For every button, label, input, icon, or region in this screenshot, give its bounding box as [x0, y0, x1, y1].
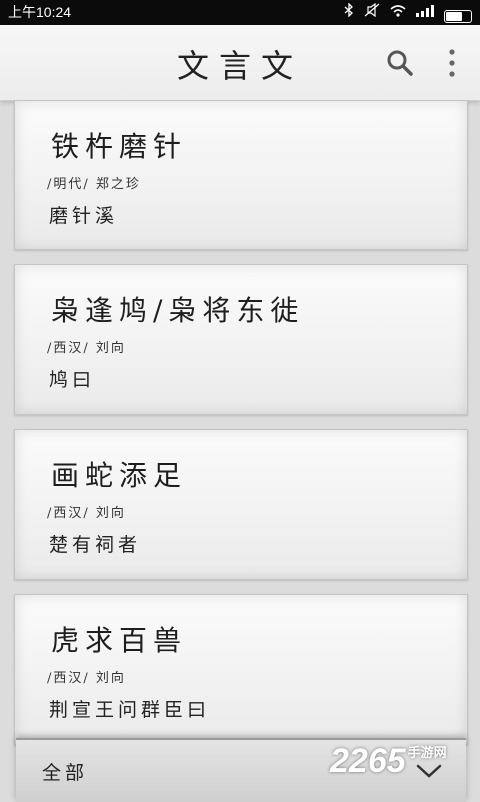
wifi-icon [390, 0, 406, 25]
more-options-button[interactable] [440, 47, 464, 81]
article-card[interactable]: 虎求百兽 /西汉/ 刘向 荆宣王问群臣曰 [14, 594, 468, 745]
article-list[interactable]: 铁杵磨针 /明代/ 郑之珍 磨针溪 枭逢鸠/枭将东徙 /西汉/ 刘向 鸠曰 画蛇… [0, 100, 480, 800]
article-title: 铁杵磨针 [51, 130, 188, 163]
status-time: 上午10:24 [8, 4, 72, 20]
article-card[interactable]: 铁杵磨针 /明代/ 郑之珍 磨针溪 [14, 100, 468, 250]
article-snippet: 荆宣王问群臣曰 [49, 699, 211, 721]
article-title: 虎求百兽 [51, 624, 188, 657]
article-card[interactable]: 画蛇添足 /西汉/ 刘向 楚有祠者 [14, 429, 468, 580]
article-dynasty-author: /西汉/ 刘向 [47, 506, 126, 521]
article-dynasty-author: /西汉/ 刘向 [47, 341, 126, 356]
article-snippet: 鸠曰 [49, 369, 96, 391]
article-snippet: 磨针溪 [49, 205, 119, 227]
more-vert-icon [449, 49, 455, 77]
signal-icon [416, 0, 434, 25]
bluetooth-icon [344, 0, 354, 25]
search-button[interactable] [384, 47, 416, 79]
search-icon [387, 50, 413, 76]
article-title: 枭逢鸠/枭将东徙 [51, 294, 305, 327]
article-dynasty-author: /明代/ 郑之珍 [47, 177, 141, 192]
app-bar: 文言文 [0, 25, 480, 101]
article-title: 画蛇添足 [51, 459, 188, 492]
status-bar: 上午10:24 [0, 0, 480, 25]
category-filter-label: 全部 [42, 762, 89, 784]
article-card[interactable]: 枭逢鸠/枭将东徙 /西汉/ 刘向 鸠曰 [14, 264, 468, 415]
watermark-logo: 2265 手游网 [330, 742, 447, 781]
watermark-main: 2265 [330, 742, 406, 780]
silent-icon [364, 0, 380, 25]
battery-icon [444, 9, 472, 23]
article-snippet: 楚有祠者 [49, 534, 142, 556]
status-icons [344, 0, 472, 25]
watermark-sub: 手游网 [407, 745, 447, 760]
article-dynasty-author: /西汉/ 刘向 [47, 671, 126, 686]
